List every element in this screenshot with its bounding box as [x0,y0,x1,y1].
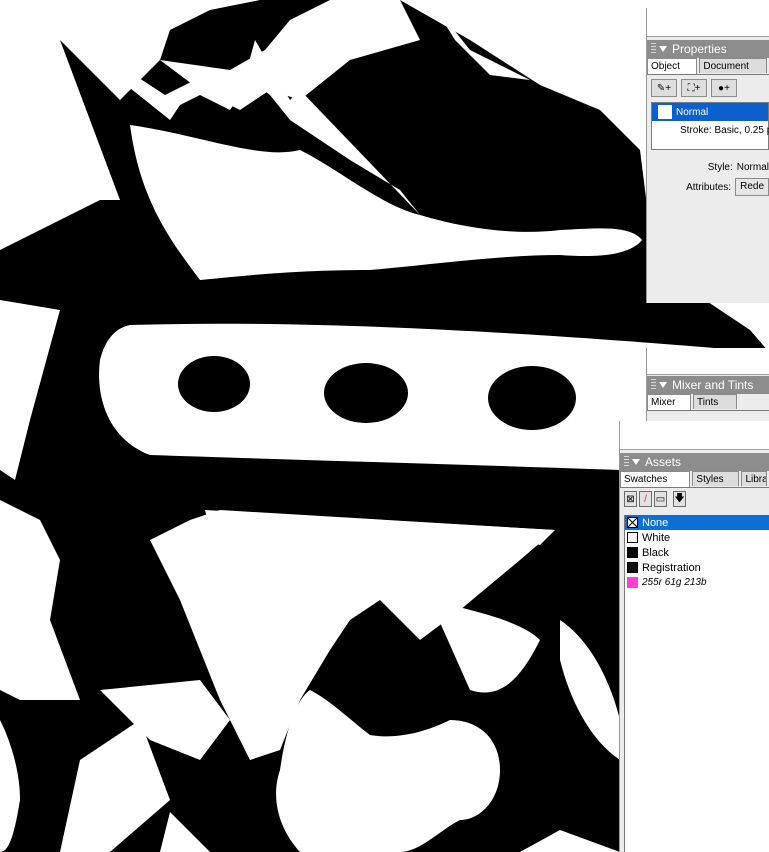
mixer-title: Mixer and Tints [672,378,754,392]
tab-object[interactable]: Object [647,58,698,74]
grip-icon[interactable] [624,456,629,468]
fill-attribute-label: Normal [676,106,709,118]
collapse-triangle-icon[interactable] [659,46,667,52]
none-swatch-icon [627,517,638,528]
swatch-name: 255r 61g 213b [642,577,707,588]
add-fill-button[interactable]: ⛶+ [681,79,707,97]
redefine-button[interactable]: Rede [735,178,769,196]
swatch-name: White [642,531,671,544]
swatch-toolbar: ⊠ / ▭ 🡇 [624,491,686,509]
style-row: Style: Normal [647,162,769,173]
collapse-triangle-icon[interactable] [659,382,667,388]
fill-toggle[interactable]: ▭ [654,491,667,507]
swatch-chip [627,532,638,543]
tab-styles[interactable]: Styles [692,471,740,486]
stroke-attribute-row[interactable]: Stroke: Basic, 0.25 p [652,121,769,139]
effects-icon: ●+ [718,82,730,94]
none-swatch-icon: ⊠ [626,493,635,505]
swatch-chip [627,547,638,558]
style-label: Style: [707,162,733,173]
tab-document[interactable]: Document [699,58,767,73]
tab-swatches[interactable]: Swatches [620,471,691,487]
properties-tabs: Object Document [647,58,769,75]
swatch-item-custom[interactable]: 255r 61g 213b [625,575,769,590]
swatch-item-black[interactable]: Black [625,545,769,560]
mixer-panel-header-strip [647,348,769,375]
swatch-options-button[interactable]: 🡇 [673,491,686,507]
assets-title: Assets [645,455,682,469]
swatch-name: None [642,516,669,529]
swatch-list: None White Black Registration 255r 61g 2… [624,515,769,852]
swatch-chip [627,562,638,573]
attributes-list: Normal Stroke: Basic, 0.25 p [651,102,769,150]
attributes-row: Attributes: Rede [647,178,769,196]
mixer-tabs: Mixer Tints [647,394,769,411]
properties-panel: Properties Object Document ✎+ ⛶+ ●+ Norm… [646,8,769,303]
tab-tints[interactable]: Tints [693,394,737,409]
grip-icon[interactable] [651,43,656,55]
swatch-item-white[interactable]: White [625,530,769,545]
properties-panel-header-strip [647,8,769,37]
style-value[interactable]: Normal [737,162,769,173]
stroke-icon: / [644,493,647,505]
swatch-item-none[interactable]: None [625,515,769,530]
tab-library[interactable]: Librar [741,471,767,486]
none-fill-toggle[interactable]: ⊠ [624,491,637,507]
swatch-name: Black [642,546,669,559]
swatch-item-registration[interactable]: Registration [625,560,769,575]
assets-panel-header-strip [620,421,769,450]
tab-mixer[interactable]: Mixer [647,394,691,410]
collapse-triangle-icon[interactable] [632,459,640,465]
assets-panel: Assets Swatches Styles Librar ⊠ / ▭ 🡇 No… [619,421,769,852]
mixer-titlebar[interactable]: Mixer and Tints [647,376,769,394]
assets-tabs: Swatches Styles Librar [620,471,769,488]
assets-titlebar[interactable]: Assets [620,453,769,471]
properties-toolbar: ✎+ ⛶+ ●+ [651,79,769,99]
fill-icon: ▭ [655,493,666,505]
pencil-icon: ✎+ [656,82,672,94]
mixer-panel: Mixer and Tints Mixer Tints [646,348,769,428]
add-effect-button[interactable]: ●+ [711,79,737,97]
swatch-chip [627,577,638,588]
fill-attribute-row[interactable]: Normal [652,103,768,121]
properties-title: Properties [672,42,727,56]
swatch-name: Registration [642,561,701,574]
fill-swatch-icon [658,105,672,119]
properties-titlebar[interactable]: Properties [647,40,769,58]
stroke-toggle[interactable]: / [639,491,652,507]
paint-bucket-icon: ⛶+ [687,82,701,94]
arrow-down-icon: 🡇 [674,492,685,504]
grip-icon[interactable] [651,379,656,391]
add-stroke-button[interactable]: ✎+ [651,79,677,97]
attributes-label: Attributes: [686,181,732,193]
stroke-attribute-label: Stroke: Basic, 0.25 p [680,124,769,136]
